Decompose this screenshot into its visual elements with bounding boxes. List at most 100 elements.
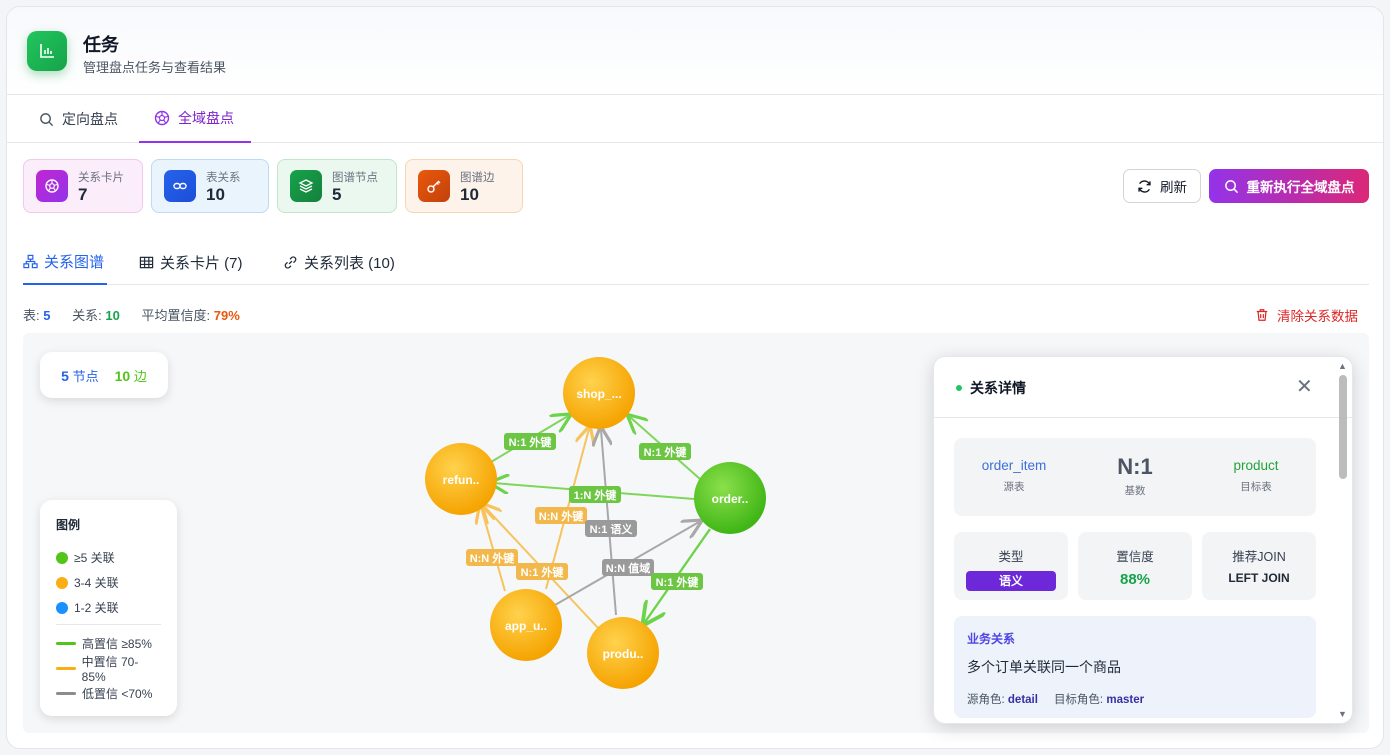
legend-dot [56, 551, 68, 564]
tab-relation-list[interactable]: 关系列表 (10) [283, 239, 395, 285]
svg-text:N:1 外键: N:1 外键 [656, 575, 700, 589]
svg-text:app_u..: app_u.. [505, 619, 547, 633]
page-subtitle: 管理盘点任务与查看结果 [83, 60, 227, 75]
stat-value: 5 [332, 184, 342, 204]
graph-node-order[interactable]: order.. [694, 462, 766, 534]
legend-label: 1-2 关联 [74, 601, 119, 615]
target-role-label: 目标角色: [1053, 694, 1104, 706]
scrollbar-thumb[interactable] [1339, 375, 1347, 479]
legend-dot [56, 576, 68, 589]
source-table-label: 源表 [1003, 481, 1025, 493]
legend-item: 1-2 关联 [56, 595, 161, 620]
link-icon [164, 170, 196, 202]
edge-label: N:N 值域 [602, 559, 654, 576]
confidence-label: 置信度 [1116, 550, 1154, 564]
tab-label: 关系卡片 (7) [160, 254, 243, 272]
target-role: master [1106, 694, 1145, 706]
legend-item: 3-4 关联 [56, 570, 161, 595]
legend-dot [56, 601, 68, 614]
confidence-value: 88% [1119, 571, 1151, 588]
svg-text:N:N 值域: N:N 值域 [606, 561, 651, 575]
link-icon [284, 255, 297, 269]
tables-label: 表: [23, 308, 40, 323]
business-description: 多个订单关联同一个商品 [967, 659, 1121, 675]
source-role: detail [1007, 694, 1038, 706]
close-icon[interactable]: ✕ [1296, 377, 1313, 397]
trash-icon [1256, 309, 1268, 321]
detail-title: 关系详情 [970, 380, 1026, 396]
task-panel: 任务 管理盘点任务与查看结果 定向盘点 全域盘点 关系卡片 7 表关系 10 图… [6, 6, 1384, 749]
stat-value: 10 [460, 184, 479, 204]
key-icon [418, 170, 450, 202]
tab-label: 全域盘点 [178, 110, 234, 126]
svg-text:N:1 语义: N:1 语义 [590, 522, 634, 536]
stat-label: 关系卡片 [78, 171, 124, 184]
stat-label: 图谱边 [460, 171, 495, 184]
relation-detail-panel: 关系详情 ✕ order_item 源表 N:1 基数 product 目标表 … [933, 356, 1353, 724]
legend-label: 中置信 70-85% [81, 655, 139, 684]
legend-line [56, 642, 76, 645]
svg-text:produ..: produ.. [603, 647, 644, 661]
join-label: 推荐JOIN [1232, 550, 1286, 564]
scroll-down-arrow[interactable]: ▼ [1338, 709, 1347, 719]
legend-item: 低置信 <70% [56, 681, 161, 706]
graph-node-refund[interactable]: refun.. [425, 443, 497, 515]
graph-node-app[interactable]: app_u.. [490, 589, 562, 661]
edge-label: N:1 语义 [585, 520, 637, 537]
svg-text:1:N 外键: 1:N 外键 [574, 488, 618, 502]
clear-relations-button[interactable]: 清除关系数据 [1255, 305, 1358, 325]
graph-counter: 5 节点 10 边 [40, 352, 168, 398]
target-table-label: 目标表 [1240, 481, 1272, 493]
tab-relation-cards[interactable]: 关系卡片 (7) [139, 239, 243, 285]
svg-text:N:1 外键: N:1 外键 [509, 435, 553, 449]
aperture-icon [36, 170, 68, 202]
view-tabs: 关系图谱 关系卡片 (7) 关系列表 (10) [23, 239, 1369, 285]
tab-targeted-inventory[interactable]: 定向盘点 [39, 95, 139, 143]
svg-text:N:N 外键: N:N 外键 [539, 509, 585, 523]
tables-count: 5 [43, 308, 51, 323]
svg-text:N:1 外键: N:1 外键 [521, 565, 565, 579]
edge-label: N:1 外键 [639, 443, 691, 460]
svg-text:shop_...: shop_... [576, 387, 621, 401]
refresh-label: 刷新 [1160, 180, 1187, 195]
table-icon [139, 256, 154, 268]
stat-label: 图谱节点 [332, 171, 378, 184]
graph-legend: 图例 ≥5 关联 3-4 关联 1-2 关联 高置信 ≥85% 中置信 70-8… [40, 500, 177, 716]
scroll-up-arrow[interactable]: ▲ [1338, 361, 1347, 371]
node-count-label: 节点 [72, 368, 99, 384]
source-role-label: 源角色: [967, 694, 1005, 706]
avg-confidence-label: 平均置信度: [141, 308, 211, 323]
type-label: 类型 [998, 550, 1024, 564]
svg-text:refun..: refun.. [443, 473, 480, 487]
legend-label: ≥5 关联 [74, 551, 115, 565]
graph-node-shop[interactable]: shop_... [563, 357, 635, 429]
stat-graph-nodes: 图谱节点 5 [277, 159, 397, 213]
refresh-button[interactable]: 刷新 [1123, 169, 1201, 203]
relation-type: 类型 语义 [954, 532, 1068, 600]
rerun-global-inventory-button[interactable]: 重新执行全域盘点 [1209, 169, 1369, 203]
tab-global-inventory[interactable]: 全域盘点 [139, 95, 251, 143]
legend-line [56, 692, 76, 695]
stat-relation-cards: 关系卡片 7 [23, 159, 143, 213]
target-table: product [1233, 458, 1279, 473]
tab-label: 关系列表 (10) [304, 254, 395, 272]
page-header: 任务 管理盘点任务与查看结果 [7, 7, 1383, 95]
legend-divider [56, 624, 161, 625]
node-count: 5 [61, 367, 69, 384]
status-dot [956, 385, 962, 391]
aperture-icon [154, 110, 170, 126]
edge-count-label: 边 [133, 368, 147, 384]
search-icon [1224, 179, 1238, 193]
edge-label: N:1 外键 [504, 433, 556, 450]
graph-summary: 表: 5 关系: 10 平均置信度: 79% [23, 305, 240, 324]
bar-chart-icon [27, 31, 67, 71]
edge-label: 1:N 外键 [569, 486, 621, 503]
edge-label: N:1 外键 [651, 573, 703, 590]
tab-relation-graph[interactable]: 关系图谱 [23, 239, 107, 285]
recommended-join: 推荐JOIN LEFT JOIN [1202, 532, 1316, 600]
mode-tabs: 定向盘点 全域盘点 [7, 95, 1383, 143]
graph-node-product[interactable]: produ.. [587, 617, 659, 689]
edge-label: N:N 外键 [535, 507, 587, 524]
page-title: 任务 [83, 35, 119, 55]
source-table: order_item [981, 458, 1047, 473]
